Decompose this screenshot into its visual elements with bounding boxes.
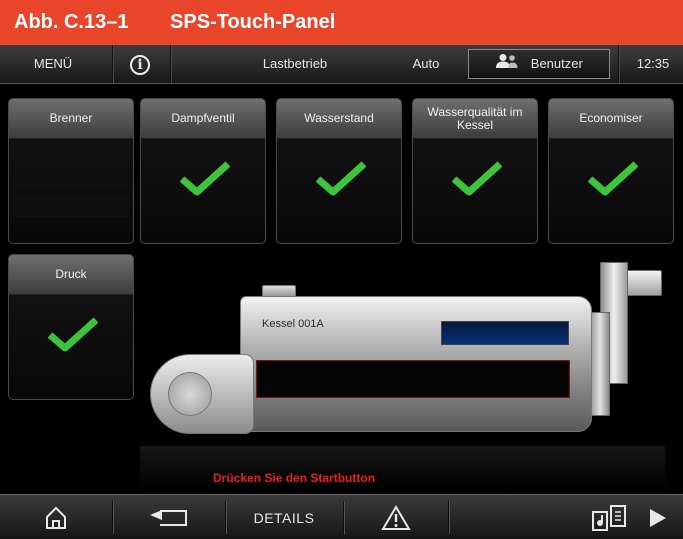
- user-icon: [495, 51, 519, 79]
- files-icon: [592, 504, 626, 531]
- boiler-name: Kessel 001A: [262, 318, 324, 330]
- checkmark-icon: [47, 317, 99, 352]
- checkmark-icon: [451, 161, 503, 196]
- clock: 12:35: [636, 56, 670, 71]
- status-message: Drücken Sie den Startbutton: [213, 471, 376, 485]
- user-button[interactable]: Benutzer: [468, 49, 610, 79]
- play-button[interactable]: [640, 495, 676, 539]
- boiler-end-cap: [590, 312, 610, 416]
- boiler-display: [441, 321, 569, 345]
- top-bar: MENÜ i Lastbetrieb Auto Benutzer 12:35: [0, 45, 683, 84]
- figure-number: Abb. C.13–1: [14, 11, 129, 33]
- tile-label: Wasserstand: [277, 99, 401, 139]
- operating-mode-label: Lastbetrieb: [262, 56, 328, 71]
- tile-wasserqualitaet[interactable]: Wasserqualität im Kessel: [412, 98, 538, 244]
- tile-label: Dampfventil: [141, 99, 265, 139]
- tile-druck[interactable]: Druck: [8, 254, 134, 400]
- bottom-bar: DETAILS: [0, 494, 683, 539]
- auto-mode-label: Auto: [412, 56, 440, 71]
- separator: [112, 501, 113, 534]
- details-button[interactable]: DETAILS: [232, 495, 336, 539]
- checkmark-icon: [179, 161, 231, 196]
- details-label: DETAILS: [253, 509, 315, 526]
- tile-economiser[interactable]: Economiser: [548, 98, 674, 244]
- checkmark-icon: [587, 161, 639, 196]
- separator: [343, 501, 344, 534]
- figure-header: Abb. C.13–1 SPS-Touch-Panel: [0, 0, 683, 45]
- tile-label: Wasserqualität im Kessel: [413, 99, 537, 139]
- separator: [448, 501, 449, 534]
- tile-label: Brenner: [9, 99, 133, 139]
- user-button-label: Benutzer: [530, 56, 583, 71]
- menu-button[interactable]: MENÜ: [8, 45, 98, 83]
- tile-label: Druck: [9, 255, 133, 295]
- info-icon: i: [130, 54, 150, 75]
- back-button[interactable]: [128, 495, 208, 539]
- figure-title: SPS-Touch-Panel: [170, 11, 336, 33]
- separator: [618, 45, 619, 83]
- separator: [112, 45, 113, 83]
- tile-wasserstand[interactable]: Wasserstand: [276, 98, 402, 244]
- back-arrow-icon: [150, 509, 187, 526]
- checkmark-icon: [315, 161, 367, 196]
- home-icon: [46, 506, 66, 529]
- play-icon: [650, 508, 666, 527]
- info-button[interactable]: i: [122, 45, 158, 83]
- empty-status-band: [13, 195, 129, 217]
- warning-icon: [381, 504, 411, 530]
- burner-fan: [168, 372, 212, 416]
- separator: [225, 501, 226, 534]
- home-button[interactable]: [20, 495, 92, 539]
- tile-label: Economiser: [549, 99, 673, 139]
- separator: [170, 45, 171, 83]
- tile-brenner[interactable]: Brenner: [8, 98, 134, 244]
- files-button[interactable]: [585, 495, 635, 539]
- tile-dampfventil[interactable]: Dampfventil: [140, 98, 266, 244]
- empty-status-band: [13, 165, 129, 187]
- boiler-control-panel: [256, 360, 570, 398]
- warning-button[interactable]: [360, 495, 432, 539]
